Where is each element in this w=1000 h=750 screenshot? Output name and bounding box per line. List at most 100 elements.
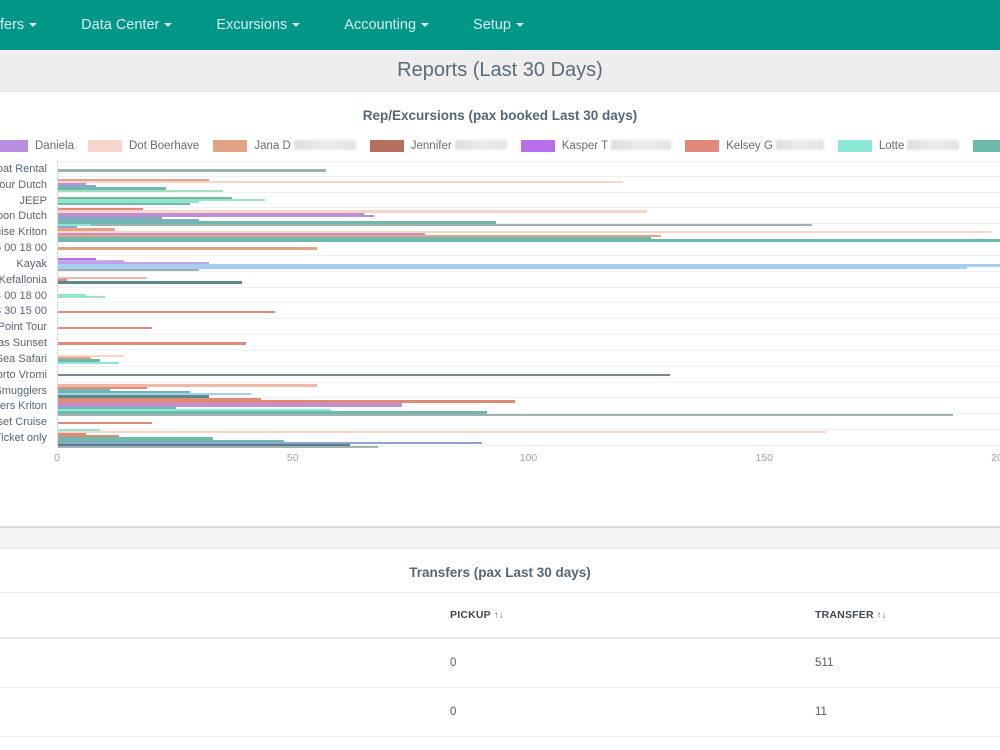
rep-excursions-panel: Rep/Excursions (pax booked Last 30 days)… xyxy=(0,92,1000,527)
nav-item-setup[interactable]: Setup xyxy=(451,0,546,50)
chart-row xyxy=(58,208,1000,226)
chart-y-label: Sea Safari xyxy=(0,352,47,365)
sort-arrows-icon[interactable]: ↑↓ xyxy=(494,610,504,621)
legend-swatch-icon xyxy=(213,140,248,152)
legend-entry[interactable]: Nike xyxy=(973,140,1000,152)
chart-x-tick: 0 xyxy=(54,452,60,464)
chevron-down-icon xyxy=(515,23,524,27)
chart-y-label: Kayak xyxy=(16,257,47,270)
legend-entry[interactable]: Kasper T xyxy=(520,140,672,152)
chart-x-tick: 150 xyxy=(755,452,774,464)
nav-item-label: Accounting xyxy=(344,17,417,33)
cell-transfer: 511 xyxy=(815,638,1000,688)
table-row[interactable]: 0 11 xyxy=(0,687,1000,737)
chart-row xyxy=(58,240,1000,256)
cell-name xyxy=(0,736,450,750)
chart-y-label: noon Dutch xyxy=(0,210,47,223)
table-row[interactable]: 0 511 xyxy=(0,638,1000,688)
chart-bar[interactable] xyxy=(58,342,247,345)
column-header-pickup[interactable]: PICKUP ↑↓ xyxy=(450,592,815,639)
chart-y-label: JEEP xyxy=(19,194,47,207)
page-header-band: Reports (Last 30 Days) xyxy=(0,50,1000,92)
sort-arrows-icon[interactable]: ↑↓ xyxy=(877,610,887,621)
nav-item-excursions[interactable]: Excursions xyxy=(194,0,322,50)
chart-row xyxy=(58,288,1000,304)
redacted-name xyxy=(775,140,824,150)
chart-y-axis-labels: oat Rental Tour Dutch JEEP noon Dutch ruise … xyxy=(0,161,52,446)
chart-legend: Daniela Dot Boerhave Jana D Jennifer Kasper … xyxy=(0,135,1000,157)
chevron-down-icon xyxy=(29,23,38,27)
chart-bar[interactable] xyxy=(58,189,223,192)
chart-x-tick: 100 xyxy=(519,452,538,464)
legend-swatch-icon xyxy=(685,140,720,152)
legend-entry[interactable]: Lotte xyxy=(837,140,960,152)
transfers-panel-title: Transfers (pax Last 30 days) xyxy=(409,565,591,580)
chart-y-label: Ticket only xyxy=(0,432,47,445)
legend-label: Lotte xyxy=(879,140,960,152)
chart-bar[interactable] xyxy=(58,430,826,434)
chart-row xyxy=(58,398,1000,416)
chart-y-label: Tour Dutch xyxy=(0,178,47,191)
chart-bar[interactable] xyxy=(58,281,242,284)
nav-item-accounting[interactable]: Accounting xyxy=(322,0,451,50)
legend-label: Kelsey G xyxy=(726,140,824,152)
chart-bar[interactable] xyxy=(58,361,120,364)
cell-transfer: 11 xyxy=(815,687,1000,737)
chart-row xyxy=(58,367,1000,383)
chart-y-label: nset Cruise xyxy=(0,416,47,429)
cell-name xyxy=(0,638,450,688)
legend-swatch-icon xyxy=(88,140,122,152)
column-header-pickup-label: PICKUP xyxy=(450,609,491,621)
chart-row xyxy=(58,223,1000,242)
table-row[interactable]: 8 22 xyxy=(0,736,1000,750)
chart-y-label: xas Sunset xyxy=(0,337,47,350)
transfers-panel: Transfers (pax Last 30 days) PICKUP ↑↓ TR… xyxy=(0,549,1000,750)
chart-x-tick: 200 xyxy=(991,452,1000,464)
chart-y-label: Porto Vromi xyxy=(0,368,47,381)
legend-entry[interactable]: Dot Boerhave xyxy=(88,140,199,152)
legend-swatch-icon xyxy=(973,140,1000,152)
page-title: Reports (Last 30 Days) xyxy=(397,59,603,81)
redacted-name xyxy=(907,140,960,150)
chart-bar[interactable] xyxy=(58,268,200,271)
chart-bar[interactable] xyxy=(58,247,318,250)
column-header-transfer[interactable]: TRANSFER ↑↓ xyxy=(815,592,1000,639)
legend-entry[interactable]: Jana D xyxy=(213,140,356,152)
cell-name xyxy=(0,687,450,737)
chart-bars-container xyxy=(57,161,1000,449)
redacted-name xyxy=(454,140,507,150)
chart-bar[interactable] xyxy=(58,296,106,299)
chart-bar[interactable] xyxy=(58,180,624,184)
legend-entry[interactable]: Daniela xyxy=(0,140,74,152)
column-header-name[interactable] xyxy=(0,592,450,639)
nav-item-label: Excursions xyxy=(216,17,288,33)
nav-item-data-center[interactable]: Data Center xyxy=(59,0,194,50)
chart-bar[interactable] xyxy=(58,374,671,377)
chart-row xyxy=(58,161,1000,177)
chart-row xyxy=(58,383,1000,399)
chart-y-label: glers Kriton xyxy=(0,400,47,413)
legend-label: Jennifer xyxy=(411,140,507,152)
legend-label: Dot Boerhave xyxy=(129,140,200,152)
chart-row xyxy=(58,428,1000,449)
chart-x-tick: 50 xyxy=(286,452,299,464)
chart-row xyxy=(58,193,1000,209)
nav-item-transfers[interactable]: fers xyxy=(0,0,59,50)
chart-plot-area: oat Rental Tour Dutch JEEP noon Dutch ruise … xyxy=(0,161,1000,464)
redacted-name xyxy=(611,140,672,150)
legend-entry[interactable]: Jennifer xyxy=(369,140,507,152)
legend-label: Daniela xyxy=(35,140,74,152)
redacted-name xyxy=(293,140,356,150)
cell-pickup: 8 xyxy=(450,736,815,750)
chart-bar[interactable] xyxy=(58,276,148,280)
chart-bar[interactable] xyxy=(58,326,153,329)
legend-swatch-icon xyxy=(837,140,872,152)
chart-bar[interactable] xyxy=(58,169,327,172)
chart-bar[interactable] xyxy=(58,310,275,313)
chart-bar[interactable] xyxy=(58,203,190,206)
chart-y-label: oat Rental xyxy=(0,162,47,175)
legend-entry[interactable]: Kelsey G xyxy=(685,140,824,152)
chart-y-label: 4 00 18 00 xyxy=(0,289,47,302)
chart-row xyxy=(58,351,1000,367)
chart-bar[interactable] xyxy=(58,421,153,424)
